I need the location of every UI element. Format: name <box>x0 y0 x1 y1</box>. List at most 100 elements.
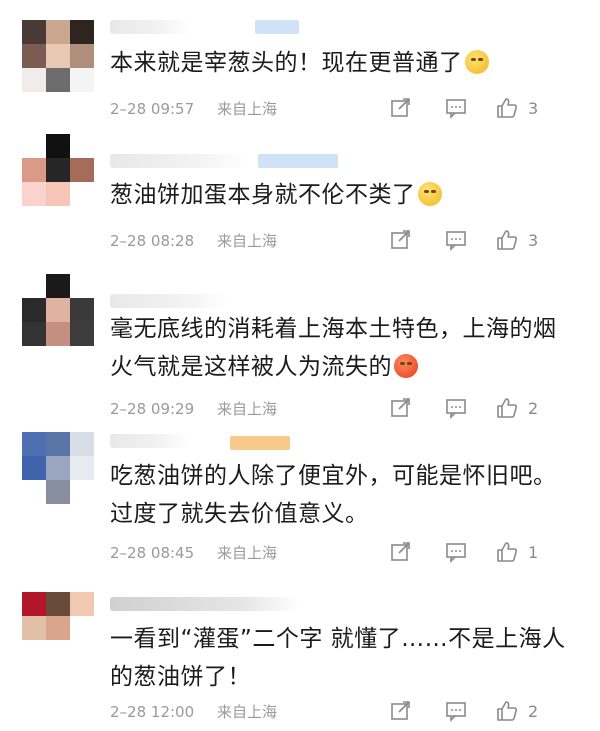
like-count: 2 <box>528 399 539 418</box>
comment-date: 2–28 08:28 <box>110 232 195 250</box>
comment-source: 来自上海 <box>217 232 278 250</box>
comment-meta: 2–28 08:28 来自上海 3 <box>110 229 580 253</box>
avatar-pixel <box>70 182 94 206</box>
avatar-pixel <box>70 480 94 504</box>
avatar-pixel <box>70 20 94 44</box>
avatar-pixel <box>70 274 94 298</box>
comment-actions: 2 <box>390 397 560 421</box>
avatar[interactable] <box>22 432 94 504</box>
avatar[interactable] <box>22 274 94 346</box>
username[interactable] <box>110 154 250 168</box>
comment-meta: 2–28 12:00 来自上海 2 <box>110 700 580 724</box>
comment-text: 本来就是宰葱头的！现在更普通了 <box>110 44 580 82</box>
avatar-pixel <box>70 592 94 616</box>
comment-actions: 3 <box>390 97 560 121</box>
avatar-pixel <box>70 432 94 456</box>
username[interactable] <box>110 294 230 308</box>
avatar-pixel <box>22 134 46 158</box>
avatar-pixel <box>22 456 46 480</box>
comment-date: 2–28 09:29 <box>110 400 195 418</box>
comment-actions: 2 <box>390 700 560 724</box>
avatar-pixel <box>46 480 70 504</box>
share-icon[interactable] <box>390 229 414 253</box>
comment-meta: 2–28 08:45 来自上海 1 <box>110 541 580 565</box>
avatar-pixel <box>46 432 70 456</box>
comment-text-content: 吃葱油饼的人除了便宜外，可能是怀旧吧。过度了就失去价值意义。 <box>110 463 557 527</box>
avatar-pixel <box>46 158 70 182</box>
comment-text: 吃葱油饼的人除了便宜外，可能是怀旧吧。过度了就失去价值意义。 <box>110 457 560 533</box>
comment-icon[interactable] <box>445 541 469 565</box>
avatar[interactable] <box>22 592 94 664</box>
comment-date: 2–28 09:57 <box>110 100 195 118</box>
share-icon[interactable] <box>390 97 414 121</box>
like-count: 2 <box>528 702 539 721</box>
avatar-pixel <box>46 322 70 346</box>
user-badge <box>230 436 290 450</box>
like-icon[interactable] <box>496 397 520 421</box>
avatar-pixel <box>22 298 46 322</box>
avatar-pixel <box>70 68 94 92</box>
avatar-pixel <box>70 456 94 480</box>
like-count: 3 <box>528 99 539 118</box>
smirk-emoji-icon <box>464 50 489 74</box>
avatar-pixel <box>46 592 70 616</box>
comment-source: 来自上海 <box>217 703 278 721</box>
username[interactable] <box>110 20 190 34</box>
comment-text: 一看到“灌蛋”二个字 就懂了……不是上海人的葱油饼了！ <box>110 620 570 696</box>
avatar-pixel <box>22 274 46 298</box>
comment-actions: 1 <box>390 541 560 565</box>
comment-icon[interactable] <box>445 229 469 253</box>
avatar-pixel <box>22 322 46 346</box>
avatar-pixel <box>22 20 46 44</box>
comment-text-content: 本来就是宰葱头的！现在更普通了 <box>110 50 463 76</box>
avatar-pixel <box>22 68 46 92</box>
like-count: 1 <box>528 543 539 562</box>
comment-text-content: 毫无底线的消耗着上海本土特色，上海的烟火气就是这样被人为流失的 <box>110 316 557 380</box>
avatar-pixel <box>46 44 70 68</box>
comment-meta: 2–28 09:57 来自上海 3 <box>110 97 580 121</box>
like-icon[interactable] <box>496 229 520 253</box>
comment-text-content: 一看到“灌蛋”二个字 就懂了……不是上海人的葱油饼了！ <box>110 626 566 690</box>
avatar-pixel <box>46 134 70 158</box>
avatar-pixel <box>46 640 70 664</box>
avatar[interactable] <box>22 20 94 92</box>
avatar-pixel <box>46 20 70 44</box>
avatar-pixel <box>22 616 46 640</box>
comment-date: 2–28 08:45 <box>110 544 195 562</box>
like-icon[interactable] <box>496 700 520 724</box>
avatar-pixel <box>22 432 46 456</box>
avatar[interactable] <box>22 134 94 206</box>
avatar-pixel <box>46 274 70 298</box>
share-icon[interactable] <box>390 397 414 421</box>
avatar-pixel <box>70 44 94 68</box>
comment-icon[interactable] <box>445 97 469 121</box>
avatar-pixel <box>22 158 46 182</box>
comment-icon[interactable] <box>445 397 469 421</box>
comment-source: 来自上海 <box>217 100 278 118</box>
sleepy-emoji-icon <box>417 182 442 206</box>
share-icon[interactable] <box>390 541 414 565</box>
comment-date: 2–28 12:00 <box>110 703 195 721</box>
angry-emoji-icon <box>394 354 418 378</box>
like-icon[interactable] <box>496 97 520 121</box>
avatar-pixel <box>46 182 70 206</box>
comment-text: 葱油饼加蛋本身就不伦不类了 <box>110 176 580 214</box>
avatar-pixel <box>22 182 46 206</box>
like-icon[interactable] <box>496 541 520 565</box>
comment-actions: 3 <box>390 229 560 253</box>
avatar-pixel <box>46 298 70 322</box>
avatar-pixel <box>70 322 94 346</box>
comment-source: 来自上海 <box>217 400 278 418</box>
share-icon[interactable] <box>390 700 414 724</box>
comment-text-content: 葱油饼加蛋本身就不伦不类了 <box>110 182 416 208</box>
like-count: 3 <box>528 231 539 250</box>
comment-source: 来自上海 <box>217 544 278 562</box>
avatar-pixel <box>22 640 46 664</box>
user-badge <box>258 154 338 168</box>
avatar-pixel <box>70 158 94 182</box>
avatar-pixel <box>70 640 94 664</box>
comment-icon[interactable] <box>445 700 469 724</box>
user-badge <box>255 20 299 34</box>
username[interactable] <box>110 434 190 448</box>
username[interactable] <box>110 597 300 611</box>
